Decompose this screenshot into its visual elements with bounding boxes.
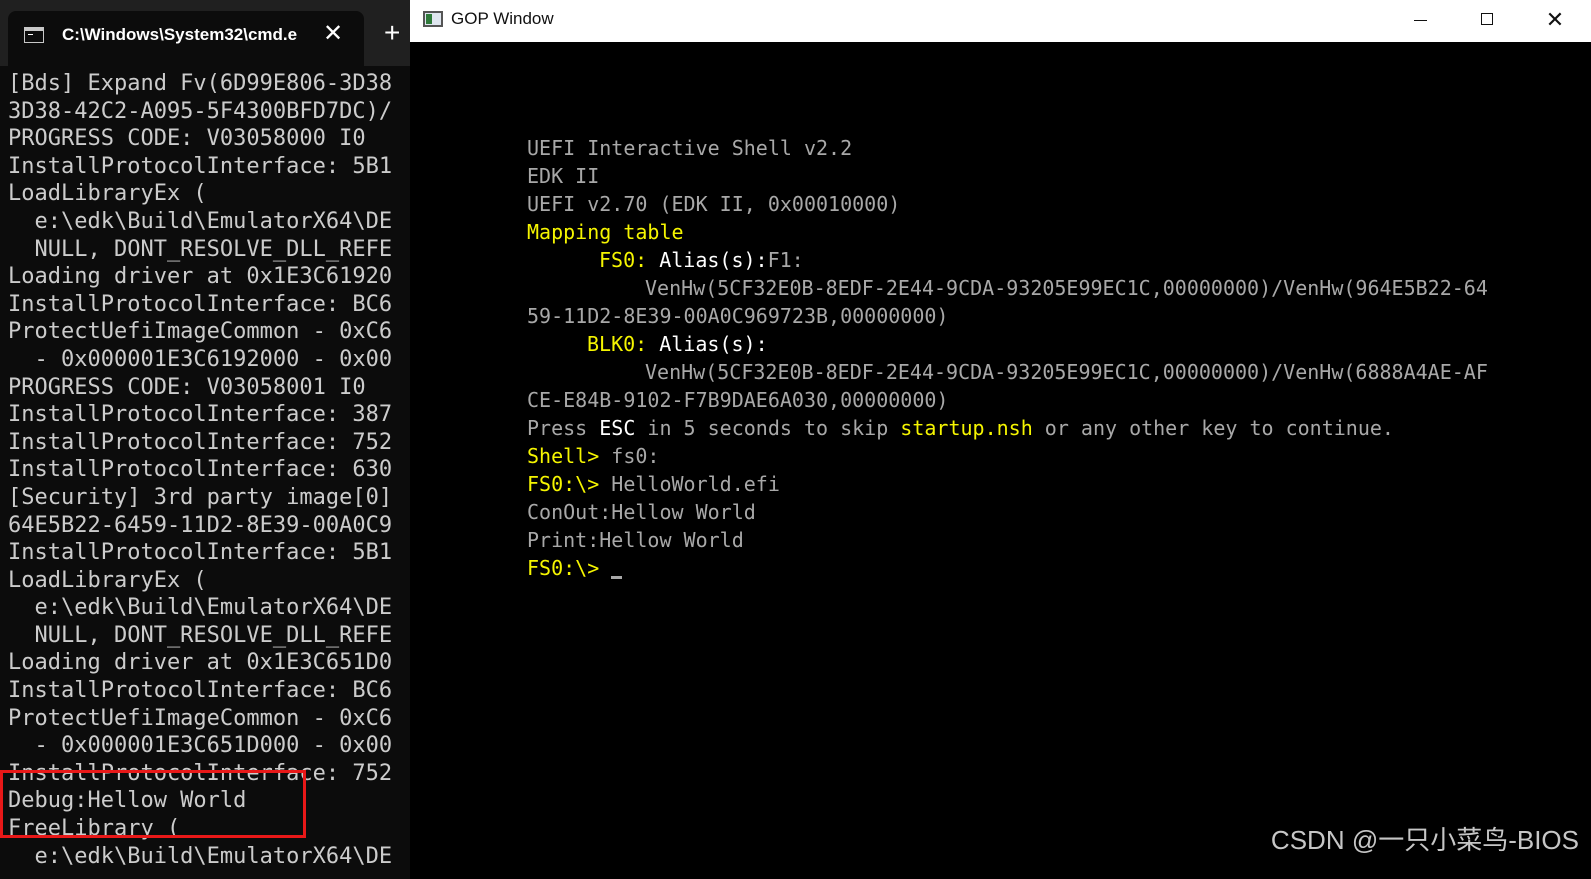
cmd-line: 64E5B22-6459-11D2-8E39-00A0C9	[8, 512, 393, 538]
mapping-blk0-line: BLK0: Alias(s):	[527, 330, 1587, 358]
new-tab-button[interactable]: +	[384, 18, 410, 48]
startup-countdown-line: Press ESC in 5 seconds to skip startup.n…	[527, 414, 1587, 442]
cmd-tab-bar: C:\Windows\System32\cmd.e ✕ +	[0, 0, 412, 66]
conout-output-line: ConOut:Hellow World	[527, 500, 756, 524]
cmd-line: LoadLibraryEx (	[8, 181, 207, 207]
cmd-line: PROGRESS CODE: V03058001 I0	[8, 374, 366, 400]
cmd-line: PROGRESS CODE: V03058000 I0	[8, 126, 366, 152]
fs0-alias-value: F1:	[767, 248, 804, 272]
shell-banner-line: UEFI v2.70 (EDK II, 0x00010000)	[527, 192, 901, 216]
cmd-tab[interactable]: C:\Windows\System32\cmd.e ✕	[8, 11, 364, 66]
cmd-line: Loading driver at 0x1E3C61920	[8, 264, 393, 290]
print-output-line: Print:Hellow World	[527, 528, 744, 552]
cmd-line: e:\edk\Build\EmulatorX64\DE	[8, 595, 393, 621]
terminal-icon	[24, 27, 44, 43]
cmd-output: [Bds] Expand Fv(6D99E806-3D38 3D38-42C2-…	[8, 70, 412, 870]
fs0-label: FS0:	[599, 248, 648, 272]
press-text: or any other key to continue.	[1032, 416, 1394, 440]
gop-window-title: GOP Window	[451, 9, 554, 28]
fs0-prompt: FS0:\>	[527, 472, 600, 496]
cmd-line: InstallProtocolInterface: BC6	[8, 291, 393, 317]
gop-window[interactable]: GOP Window ✕ UEFI Interactive Shell v2.2…	[410, 0, 1591, 879]
fs0-path-text: VenHw(5CF32E0B-8EDF-2E44-9CDA-93205E99EC…	[645, 276, 1488, 300]
cmd-line: 3D38-42C2-A095-5F4300BFD7DC)/	[8, 98, 393, 124]
uefi-shell-screen[interactable]: UEFI Interactive Shell v2.2 EDK II UEFI …	[527, 134, 1587, 582]
shell-command-line: Shell> fs0:	[527, 442, 1587, 470]
csdn-watermark: CSDN @一只小菜鸟-BIOS	[1270, 825, 1579, 855]
mapping-table-title: Mapping table	[527, 220, 684, 244]
fs0-device-path-2: 59-11D2-8E39-00A0C969723B,00000000)	[527, 304, 949, 328]
cmd-line: - 0x000001E3C6192000 - 0x00	[8, 346, 393, 372]
red-highlight-box	[0, 770, 306, 838]
blk0-alias-label: Alias(s):	[659, 332, 768, 356]
cmd-line: NULL, DONT_RESOLVE_DLL_REFE	[8, 236, 393, 262]
window-app-icon	[423, 11, 443, 27]
cmd-line: InstallProtocolInterface: 5B1	[8, 540, 393, 566]
cmd-line: ProtectUefiImageCommon - 0xC6	[8, 705, 393, 731]
cmd-line: InstallProtocolInterface: 630	[8, 457, 393, 483]
close-button[interactable]: ✕	[1524, 0, 1586, 42]
gop-title-bar[interactable]: GOP Window ✕	[410, 0, 1591, 42]
shell-input-line[interactable]: FS0:\>	[527, 554, 1587, 582]
cmd-line: LoadLibraryEx (	[8, 567, 207, 593]
minimize-button[interactable]	[1389, 0, 1451, 42]
cmd-tab-title: C:\Windows\System32\cmd.e	[62, 25, 298, 44]
cmd-line: ProtectUefiImageCommon - 0xC6	[8, 319, 393, 345]
shell-banner-line: EDK II	[527, 164, 600, 188]
maximize-button[interactable]	[1456, 0, 1518, 42]
press-text: Press	[527, 416, 600, 440]
fs0-alias-label: Alias(s):	[659, 248, 768, 272]
cmd-window[interactable]: C:\Windows\System32\cmd.e ✕ + [Bds] Expa…	[0, 0, 412, 879]
shell-banner-line: UEFI Interactive Shell v2.2	[527, 136, 853, 160]
blk0-label: BLK0:	[587, 332, 648, 356]
cmd-line: e:\edk\Build\EmulatorX64\DE	[8, 843, 393, 869]
startup-nsh-text: startup.nsh	[900, 416, 1033, 440]
cmd-line: InstallProtocolInterface: 752	[8, 429, 393, 455]
cmd-line: InstallProtocolInterface: 387	[8, 402, 393, 428]
shell-prompt: Shell>	[527, 444, 600, 468]
cmd-line: NULL, DONT_RESOLVE_DLL_REFE	[8, 622, 393, 648]
cmd-line: InstallProtocolInterface: 5B1	[8, 153, 393, 179]
shell-command-line: FS0:\> HelloWorld.efi	[527, 470, 1587, 498]
fs0-device-path-1: VenHw(5CF32E0B-8EDF-2E44-9CDA-93205E99EC…	[527, 274, 1587, 302]
cmd-line: - 0x000001E3C651D000 - 0x00	[8, 733, 393, 759]
cmd-line: e:\edk\Build\EmulatorX64\DE	[8, 208, 393, 234]
cmd-line: Loading driver at 0x1E3C651D0	[8, 650, 393, 676]
blk0-device-path-1: VenHw(5CF32E0B-8EDF-2E44-9CDA-93205E99EC…	[527, 358, 1587, 386]
cmd-line: [Security] 3rd party image[0]	[8, 484, 393, 510]
fs0-prompt: FS0:\>	[527, 556, 600, 580]
close-tab-icon[interactable]: ✕	[320, 21, 346, 47]
cmd-line: InstallProtocolInterface: BC6	[8, 678, 393, 704]
shell-command: fs0:	[599, 444, 660, 468]
blk0-path-text: VenHw(5CF32E0B-8EDF-2E44-9CDA-93205E99EC…	[645, 360, 1488, 384]
mapping-fs0-line: FS0: Alias(s):F1:	[527, 246, 1587, 274]
esc-key-text: ESC	[599, 416, 636, 440]
text-cursor	[611, 576, 623, 579]
blk0-device-path-2: CE-E84B-9102-F7B9DAE6A030,00000000)	[527, 388, 949, 412]
press-text: in 5 seconds to skip	[635, 416, 901, 440]
cmd-line: [Bds] Expand Fv(6D99E806-3D38	[8, 71, 393, 96]
shell-command: HelloWorld.efi	[599, 472, 780, 496]
